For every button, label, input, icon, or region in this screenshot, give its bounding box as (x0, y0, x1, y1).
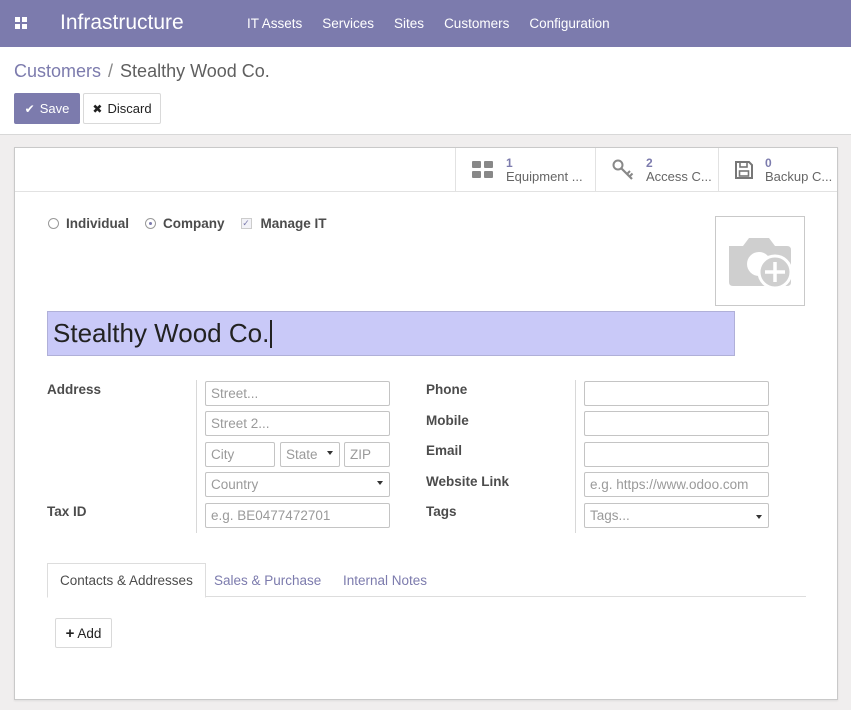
manage-it-label: Manage IT (260, 216, 327, 231)
address-label: Address (47, 382, 102, 397)
website-label: Website Link (426, 474, 510, 489)
discard-button[interactable]: ✖ Discard (83, 93, 161, 124)
individual-label: Individual (66, 216, 130, 231)
discard-button-label: Discard (107, 101, 152, 116)
mobile-label: Mobile (426, 413, 469, 428)
backup-count: 0 (765, 155, 772, 170)
key-icon (610, 157, 636, 183)
phone-input[interactable] (584, 381, 769, 406)
mobile-input[interactable] (584, 411, 769, 436)
zip-input[interactable]: ZIP (344, 442, 390, 467)
chevron-down-icon (327, 451, 333, 455)
company-radio[interactable] (145, 218, 157, 229)
customer-name-value: Stealthy Wood Co. (53, 318, 270, 348)
floppy-icon (731, 157, 757, 183)
tags-select[interactable]: Tags... (584, 503, 769, 528)
menu-item-configuration[interactable]: Configuration (519, 16, 619, 31)
save-button[interactable]: ✔ Save (14, 93, 80, 124)
tab-internal-notes[interactable]: Internal Notes (331, 563, 439, 597)
street2-input[interactable]: Street 2... (205, 411, 390, 436)
text-caret (270, 319, 273, 348)
save-button-label: Save (39, 101, 70, 116)
menu-item-customers[interactable]: Customers (434, 16, 519, 31)
grid-icon (470, 157, 496, 183)
equipment-count: 1 (506, 155, 513, 170)
apps-menu-icon[interactable] (15, 17, 27, 29)
manage-it-checkbox[interactable]: ✓ (240, 218, 252, 229)
tab-contacts-addresses[interactable]: Contacts & Addresses (47, 563, 206, 598)
country-select-placeholder: Country (211, 477, 259, 492)
camera-plus-icon (729, 238, 793, 290)
backup-label: Backup C... (765, 168, 833, 184)
top-navbar: Infrastructure IT Assets Services Sites … (0, 0, 851, 47)
street-input[interactable]: Street... (205, 381, 390, 406)
tags-label: Tags (426, 504, 457, 519)
country-select[interactable]: Country (205, 472, 390, 497)
company-type-selector: Individual Company ✓ Manage IT (48, 216, 343, 231)
company-label: Company (163, 216, 225, 231)
access-stat-button[interactable]: 2 Access C... (595, 148, 718, 191)
email-input[interactable] (584, 442, 769, 467)
control-panel: Customers / Stealthy Wood Co. ✔ Save ✖ D… (0, 47, 851, 135)
state-select-placeholder: State (286, 447, 318, 462)
close-icon: ✖ (92, 101, 103, 116)
individual-radio[interactable] (48, 218, 59, 229)
website-input[interactable]: e.g. https://www.odoo.com (584, 472, 769, 497)
tax-id-label: Tax ID (47, 504, 87, 519)
individual-option[interactable]: Individual (48, 216, 129, 231)
stat-button-box: 1 Equipment ... 2 Access C... 0 Backup C… (15, 148, 837, 192)
breadcrumb: Customers / Stealthy Wood Co. (14, 61, 270, 82)
add-contact-button[interactable]: + Add (55, 618, 112, 648)
left-column-divider (196, 380, 197, 533)
chevron-down-icon (756, 515, 762, 519)
phone-label: Phone (426, 382, 468, 397)
tags-select-placeholder: Tags... (590, 508, 630, 523)
form-sheet: 1 Equipment ... 2 Access C... 0 Backup C… (14, 147, 838, 700)
equipment-stat-button[interactable]: 1 Equipment ... (455, 148, 595, 191)
manage-it-option[interactable]: ✓ Manage IT (240, 216, 327, 231)
backup-stat-button[interactable]: 0 Backup C... (718, 148, 837, 191)
notebook-tabs: Contacts & Addresses Sales & Purchase In… (47, 563, 806, 598)
equipment-label: Equipment ... (506, 168, 583, 184)
company-option[interactable]: Company (145, 216, 225, 231)
email-label: Email (426, 443, 463, 458)
right-column-divider (575, 380, 576, 533)
menu-item-it-assets[interactable]: IT Assets (237, 16, 312, 31)
breadcrumb-separator: / (108, 61, 114, 81)
access-label: Access C... (646, 168, 712, 184)
tab-sales-purchase[interactable]: Sales & Purchase (202, 563, 333, 597)
customer-name-input[interactable]: Stealthy Wood Co. (47, 311, 735, 356)
tax-id-input[interactable]: e.g. BE0477472701 (205, 503, 390, 528)
check-icon: ✔ (24, 101, 35, 116)
app-title[interactable]: Infrastructure (60, 11, 184, 35)
access-count: 2 (646, 155, 653, 170)
plus-icon: + (65, 624, 75, 642)
state-select[interactable]: State (280, 442, 340, 467)
avatar-upload[interactable] (715, 216, 805, 306)
chevron-down-icon (377, 481, 383, 485)
city-input[interactable]: City (205, 442, 275, 467)
breadcrumb-customers-link[interactable]: Customers (14, 61, 101, 82)
breadcrumb-current: Stealthy Wood Co. (120, 61, 270, 81)
add-contact-label: Add (77, 625, 102, 641)
menu-item-services[interactable]: Services (312, 16, 384, 31)
menu-item-sites[interactable]: Sites (384, 16, 434, 31)
main-menu: IT Assets Services Sites Customers Confi… (237, 16, 620, 31)
